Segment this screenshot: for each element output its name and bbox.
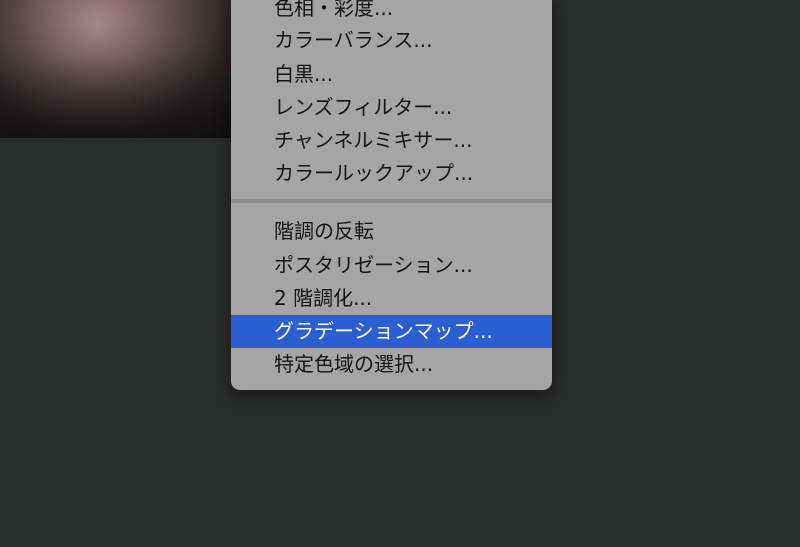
canvas-image-shade	[0, 0, 232, 138]
menu-item-hue-saturation[interactable]: 色相・彩度...	[231, 0, 552, 25]
menu-item-color-lookup[interactable]: カラールックアップ...	[231, 157, 552, 190]
canvas-image-preview	[0, 0, 232, 138]
adjustments-menu: 色相・彩度... カラーバランス... 白黒... レンズフィルター... チャ…	[231, 0, 552, 390]
menu-item-posterize[interactable]: ポスタリゼーション...	[231, 249, 552, 282]
menu-item-black-white[interactable]: 白黒...	[231, 58, 552, 91]
menu-item-photo-filter[interactable]: レンズフィルター...	[231, 91, 552, 124]
menu-item-color-balance[interactable]: カラーバランス...	[231, 24, 552, 57]
menu-item-threshold[interactable]: 2 階調化...	[231, 282, 552, 315]
menu-item-gradient-map[interactable]: グラデーションマップ...	[231, 315, 552, 348]
menu-item-channel-mixer[interactable]: チャンネルミキサー...	[231, 124, 552, 157]
menu-item-invert[interactable]: 階調の反転	[231, 215, 552, 248]
menu-item-selective-color[interactable]: 特定色域の選択...	[231, 348, 552, 381]
menu-separator	[231, 199, 552, 203]
